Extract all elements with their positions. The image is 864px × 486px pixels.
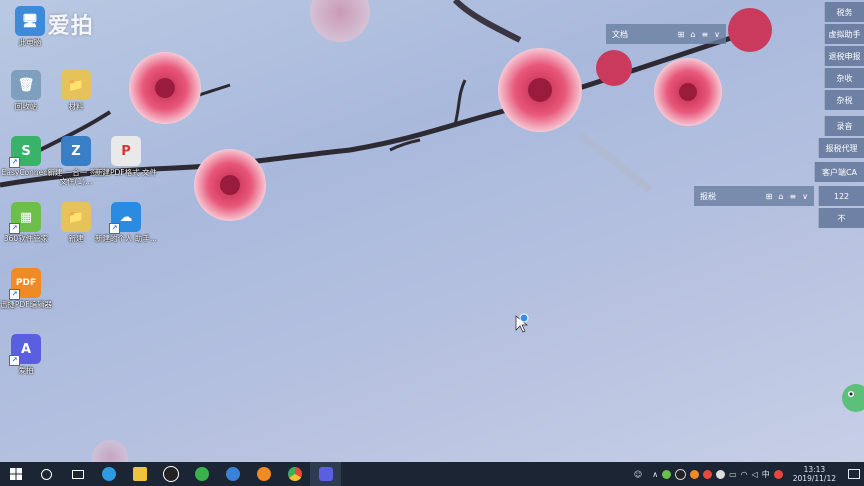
desktop-icon-computer[interactable]: 🖥 此电脑	[0, 6, 60, 47]
side-tag[interactable]: 客户端CA	[814, 162, 864, 182]
taskbar-app-sogou[interactable]	[217, 462, 248, 486]
shortcut-arrow-icon: ↗	[9, 223, 20, 234]
sogou-ime-icon[interactable]	[773, 469, 783, 479]
notification-icon[interactable]	[848, 469, 860, 479]
start-button[interactable]	[0, 462, 31, 486]
sogou-icon	[225, 467, 240, 481]
chevron-up-icon[interactable]: ∧	[652, 470, 658, 479]
note-title: 报税	[700, 191, 716, 201]
task-view-button[interactable]	[62, 462, 93, 486]
icon-label: 此电脑	[18, 38, 42, 47]
desktop: ◐ 爱拍 🖥 此电脑 🗑 回收站 📁 材料 S↗ EasyConnect Z 新…	[0, 0, 864, 462]
taskbar-app-qq[interactable]	[155, 462, 186, 486]
desktop-icon-pdf-doc[interactable]: P 新建PDF格式 文件	[95, 136, 157, 177]
side-tag[interactable]: 杂税	[824, 90, 864, 110]
aipai-app-icon: A ↗	[9, 334, 41, 366]
search-button[interactable]	[31, 462, 62, 486]
cortana-icon	[41, 468, 52, 480]
recycle-bin-icon: 🗑	[11, 70, 41, 100]
grid-icon[interactable]: ⊞	[766, 192, 773, 201]
side-tag[interactable]: 税务	[824, 2, 864, 22]
taskbar-app-explorer[interactable]	[124, 462, 155, 486]
side-tag[interactable]: 122	[818, 186, 864, 206]
shortcut-arrow-icon: ↗	[109, 223, 120, 234]
clock-time: 13:13	[803, 465, 826, 474]
shortcut-arrow-icon: ↗	[9, 289, 20, 300]
icon-label: 新建PDF格式 文件	[95, 168, 157, 177]
pdf-editor-icon: PDF ↗	[9, 268, 41, 300]
sticky-note-1[interactable]: 文档 ⊞ ⌂ ≡ ∨	[606, 24, 726, 44]
cloud-app-icon: ☁ ↗	[109, 202, 141, 234]
icon-label: 迅捷PDF编辑器	[0, 300, 53, 309]
taskbar: ☺ ∧ ▭ ◠ ◁ 中 13:13 2019/11/12	[0, 462, 864, 486]
qq-icon	[162, 466, 179, 482]
app-store-icon: ▦ ↗	[9, 202, 41, 234]
shortcut-arrow-icon: ↗	[9, 355, 20, 366]
tray-app-icon[interactable]	[662, 469, 672, 479]
chrome-icon	[287, 467, 302, 481]
icon-label: 爱拍	[18, 366, 34, 375]
desktop-icon-aipai[interactable]: A ↗ 爱拍	[0, 334, 56, 375]
desktop-icon-remote-app[interactable]: ☁ ↗ 新建的个人 助手...	[94, 202, 158, 243]
note-title: 文档	[612, 29, 628, 39]
archive-icon: Z	[61, 136, 91, 166]
taskbar-app-chrome[interactable]	[279, 462, 310, 486]
system-tray: ☺ ∧ ▭ ◠ ◁ 中 13:13 2019/11/12	[634, 462, 864, 486]
sticky-note-2[interactable]: 报税 ⊞ ⌂ ≡ ∨	[694, 186, 814, 206]
taskbar-app-aipai[interactable]	[310, 462, 341, 486]
icon-label: 材料	[68, 102, 84, 111]
easyconnect-icon: S ↗	[9, 136, 41, 168]
person-icon[interactable]: ☺	[634, 470, 642, 479]
tray-app-icon[interactable]	[716, 469, 726, 479]
chevron-down-icon[interactable]: ∨	[802, 192, 808, 201]
taskbar-app-browser[interactable]	[248, 462, 279, 486]
icon-label: 新建的个人 助手...	[94, 234, 158, 243]
grid-icon[interactable]: ⊞	[678, 30, 685, 39]
taskbar-app-edge[interactable]	[93, 462, 124, 486]
side-tag[interactable]: 退税申报	[824, 46, 864, 66]
clock-date: 2019/11/12	[792, 474, 836, 483]
ime-indicator[interactable]: 中	[762, 469, 770, 480]
pdf-document-icon: P	[111, 136, 141, 166]
360-icon	[194, 467, 209, 481]
tray-app-icon[interactable]	[690, 469, 700, 479]
volume-icon[interactable]: ◁	[752, 470, 758, 479]
tray-app-icon[interactable]	[703, 469, 713, 479]
battery-icon[interactable]: ▭	[729, 470, 737, 479]
computer-icon: 🖥	[15, 6, 45, 36]
desktop-icon-pdf-editor[interactable]: PDF ↗ 迅捷PDF编辑器	[0, 268, 56, 309]
side-tag[interactable]: 录音	[824, 116, 864, 136]
clock[interactable]: 13:13 2019/11/12	[793, 465, 836, 483]
folder-icon: 📁	[61, 202, 91, 232]
menu-icon[interactable]: ≡	[701, 30, 708, 39]
chevron-down-icon[interactable]: ∨	[714, 30, 720, 39]
side-tag[interactable]: 虚拟助手	[824, 24, 864, 44]
shortcut-arrow-icon: ↗	[9, 157, 20, 168]
lock-icon[interactable]: ⌂	[778, 192, 783, 201]
desktop-icon-folder-1[interactable]: 📁 材料	[46, 70, 106, 111]
folder-icon: 📁	[61, 70, 91, 100]
aipai-icon	[318, 467, 333, 481]
edge-icon	[101, 467, 116, 481]
folder-icon	[132, 467, 147, 481]
side-tag[interactable]: 杂收	[824, 68, 864, 88]
windows-icon	[9, 468, 22, 480]
side-tag[interactable]: 报税代理	[818, 138, 864, 158]
tray-qq-icon[interactable]	[675, 468, 687, 480]
browser-icon	[256, 467, 271, 481]
menu-icon[interactable]: ≡	[789, 192, 796, 201]
network-icon[interactable]: ◠	[741, 470, 748, 479]
side-tag[interactable]: 不	[818, 208, 864, 228]
task-view-icon	[71, 469, 84, 479]
taskbar-app-360[interactable]	[186, 462, 217, 486]
lock-icon[interactable]: ⌂	[690, 30, 695, 39]
